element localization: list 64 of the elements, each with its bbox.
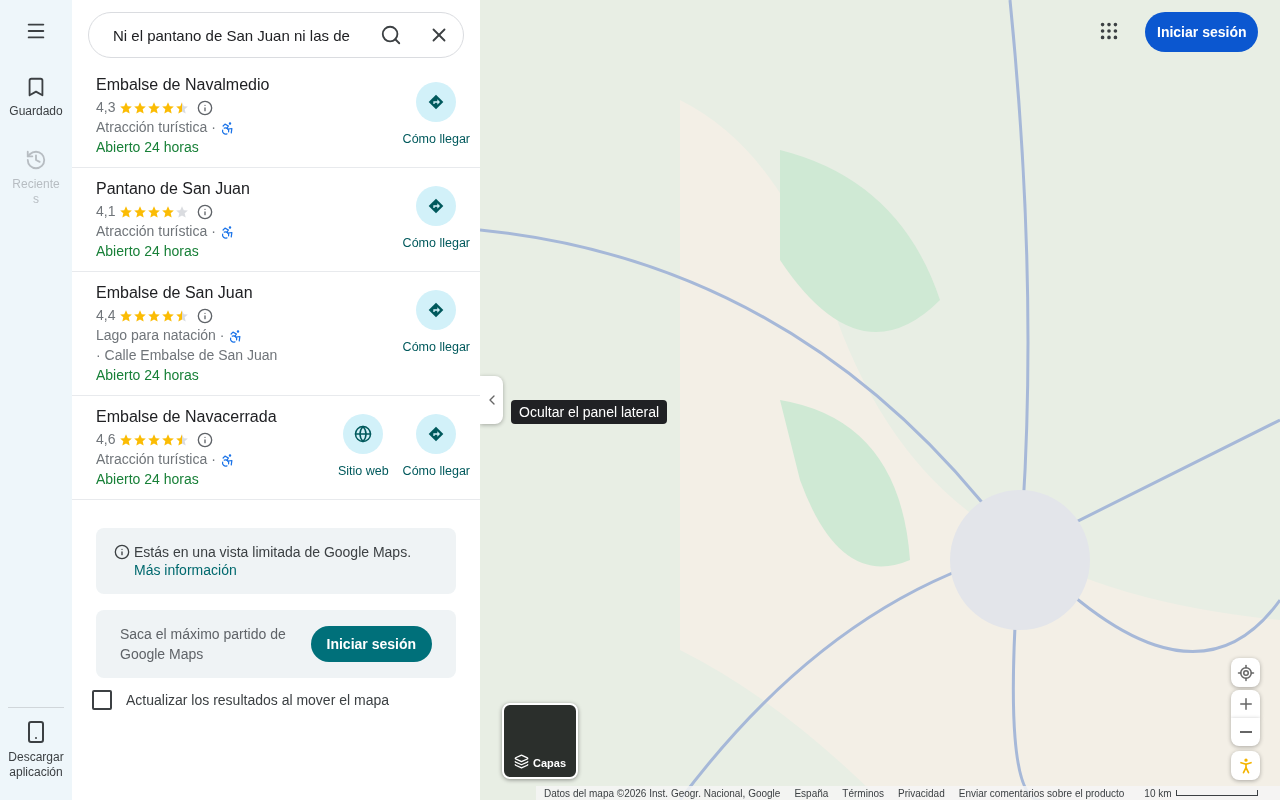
rating-value: 4,1 [96, 202, 116, 221]
apps-grid-icon[interactable] [1098, 20, 1120, 42]
search-field[interactable]: Ni el pantano de San Juan ni las de [88, 12, 464, 58]
checkbox[interactable] [92, 690, 112, 710]
info-icon[interactable] [197, 203, 214, 220]
opening-hours: Abierto 24 horas [96, 138, 200, 157]
footer-link[interactable]: Términos [842, 787, 884, 799]
sign-in-button[interactable]: Iniciar sesión [1145, 12, 1259, 52]
result-item[interactable]: Embalse de Navacerrada 4,6 Atracción turística · Abierto 24 horas Sitio web Cómo llegar [72, 396, 480, 500]
location-icon [1236, 663, 1255, 682]
layers-button[interactable]: Capas [502, 703, 578, 779]
directions-button[interactable]: Cómo llegar [402, 414, 470, 478]
notice-text: Estás en una vista limitada de Google Maps. [134, 543, 412, 562]
directions-icon [416, 82, 457, 122]
zoom-in-button[interactable] [1231, 690, 1260, 718]
opening-hours: Abierto 24 horas [96, 366, 200, 385]
footer-link[interactable]: España [794, 787, 829, 799]
zoom-out-button[interactable] [1231, 718, 1260, 746]
info-icon[interactable] [197, 99, 214, 116]
rating-value: 4,6 [96, 430, 116, 449]
rating-value: 4,4 [96, 306, 116, 325]
history-icon [25, 149, 47, 171]
layers-icon [514, 754, 529, 769]
place-name: Embalse de Navacerrada [96, 407, 278, 427]
globe-icon [343, 414, 384, 454]
checkbox-label: Actualizar los resultados al mover el mapa [126, 692, 389, 708]
place-category: Lago para natación · [96, 327, 225, 343]
opening-hours: Abierto 24 horas [96, 470, 200, 489]
opening-hours: Abierto 24 horas [96, 242, 200, 261]
my-location-button[interactable] [1231, 658, 1260, 687]
scale-bar: 10 km [1144, 787, 1258, 799]
directions-icon [416, 414, 457, 454]
map-drawing[interactable] [480, 0, 1280, 800]
result-item[interactable]: Embalse de Navalmedio 4,3 Atracción turística · Abierto 24 horas Cómo llegar [72, 64, 480, 168]
download-app-button[interactable]: Descargar aplicación [8, 720, 64, 780]
search-icon[interactable] [380, 24, 402, 46]
place-category: Atracción turística · [96, 223, 216, 239]
promo-text: Saca el máximo partido de Google Maps [120, 625, 287, 664]
tooltip: Ocultar el panel lateral [511, 400, 668, 424]
directions-icon [416, 186, 457, 226]
info-icon[interactable] [197, 307, 214, 324]
sign-in-button[interactable]: Iniciar sesión [310, 626, 432, 662]
directions-button[interactable]: Cómo llegar [402, 186, 470, 250]
saved-button[interactable]: Guardado [9, 76, 63, 119]
place-category: Atracción turística · [96, 119, 216, 135]
info-icon [114, 544, 130, 560]
footer-link[interactable]: Privacidad [898, 787, 945, 799]
more-info-link[interactable]: Más información [134, 562, 412, 578]
place-name: Pantano de San Juan [96, 179, 251, 199]
info-icon[interactable] [197, 431, 214, 448]
footer-link[interactable]: Datos del mapa ©2026 Inst. Geogr. Nacional, Google [544, 787, 781, 799]
result-item[interactable]: Pantano de San Juan 4,1 Atracción turística · Abierto 24 horas Cómo llegar [72, 168, 480, 272]
directions-button[interactable]: Cómo llegar [402, 290, 470, 354]
minus-icon [1239, 731, 1252, 733]
place-address: · Calle Embalse de San Juan [96, 346, 278, 365]
place-name: Embalse de Navalmedio [96, 75, 271, 95]
website-button[interactable]: Sitio web [337, 414, 389, 478]
footer-link[interactable]: Enviar comentarios sobre el producto [958, 787, 1125, 799]
directions-button[interactable]: Cómo llegar [402, 82, 470, 146]
rating-value: 4,3 [96, 98, 116, 117]
place-name: Embalse de San Juan [96, 283, 254, 303]
place-category: Atracción turística · [96, 451, 216, 467]
directions-icon [416, 290, 457, 330]
result-item[interactable]: Embalse de San Juan 4,4 Lago para natación · · Calle Embalse de San Juan Abierto 24 horas Cómo llegar [72, 272, 480, 396]
